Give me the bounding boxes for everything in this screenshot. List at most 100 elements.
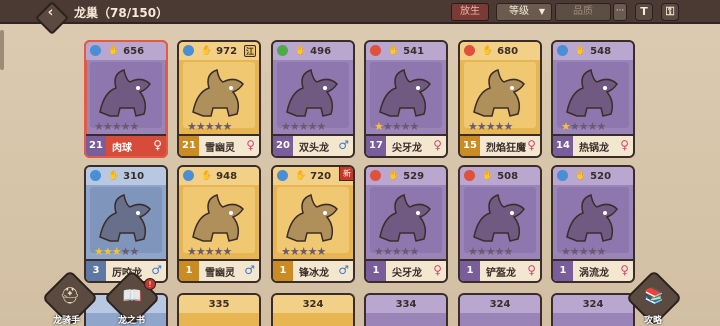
star-icon: ★ (307, 245, 318, 258)
dragon-card[interactable]: ✋ 548 ★★★★★ 14 热锅龙 ♀ (551, 40, 635, 158)
star-icon: ★ (596, 120, 607, 133)
star-icon: ★ (400, 120, 411, 133)
card-header: ✋ 529 (366, 167, 446, 185)
star-icon: ★ (596, 245, 607, 258)
level-badge: 1 (366, 261, 386, 281)
star-rating: ★★★★★ (94, 120, 139, 133)
star-icon: ★ (374, 120, 384, 133)
rank-badge: 江 (244, 45, 256, 57)
star-icon: ★ (476, 245, 487, 258)
dragon-card[interactable]: 324 (458, 293, 542, 326)
star-icon: ★ (281, 245, 291, 258)
dragon-name: 双头龙 (299, 143, 329, 154)
card-header: 334 (366, 295, 446, 313)
female-icon: ♀ (527, 138, 536, 152)
male-icon: ♂ (338, 263, 349, 277)
star-icon: ★ (129, 245, 140, 258)
star-icon: ★ (204, 245, 215, 258)
dragon-card[interactable]: ✋ 680 ★★★★★ 15 烈焰狂魔 ♀ (458, 40, 542, 158)
level-badge: 17 (366, 136, 386, 156)
dragon-card[interactable]: 324 (551, 293, 635, 326)
power-value: 334 (395, 298, 417, 310)
dragon-card[interactable]: 324 (271, 293, 355, 326)
male-icon: ♂ (244, 263, 255, 277)
card-footer: 1 铲盔龙 ♀ (460, 259, 540, 281)
quality-filter-button[interactable]: 品质 (555, 3, 611, 21)
lock-button[interactable]: ⚿ (661, 3, 679, 21)
power-value: 548 (590, 45, 612, 57)
star-rating: ★★★★★ (94, 245, 140, 258)
card-header: ✋ 541 (366, 42, 446, 60)
dragon-card[interactable]: ✋ 972 江 ★★★★★ 21 雪幽灵 ♀ (177, 40, 261, 158)
star-rating: ★★★★★ (468, 120, 513, 133)
dragon-card[interactable]: 334 (364, 293, 448, 326)
dragon-card[interactable]: 335 (177, 293, 261, 326)
star-icon: ★ (494, 245, 505, 258)
dragon-card[interactable]: ✋ 496 ★★★★★ 20 双头龙 ♂ (271, 40, 355, 158)
dragon-portrait (464, 187, 536, 253)
dragon-portrait (183, 187, 255, 253)
notification-badge: ! (144, 278, 156, 290)
card-header: 324 (273, 295, 353, 313)
paw-icon: ✋ (481, 171, 494, 181)
card-footer: 1 雪幽灵 ♂ (179, 259, 259, 281)
star-icon: ★ (298, 120, 309, 133)
star-rating: ★★★★★ (281, 120, 326, 133)
star-icon: ★ (561, 120, 571, 133)
female-icon: ♀ (433, 263, 442, 277)
star-rating: ★★★★★ (187, 245, 232, 258)
dragon-card[interactable]: ✋ 520 ★★★★★ 1 涡流龙 ♀ (551, 165, 635, 283)
dragon-card[interactable]: ✋ 508 ★★★★★ 1 铲盔龙 ♀ (458, 165, 542, 283)
paw-icon: ✋ (387, 171, 400, 181)
dragon-card[interactable]: ✋ 948 ★★★★★ 1 雪幽灵 ♂ (177, 165, 261, 283)
more-options-button[interactable]: ··· (613, 3, 627, 21)
dragon-portrait (557, 62, 629, 128)
power-value: 324 (489, 298, 511, 310)
fire-element-icon (464, 45, 475, 56)
star-icon: ★ (382, 120, 393, 133)
paw-icon: ✋ (294, 46, 307, 56)
paw-icon: ✋ (294, 171, 307, 181)
dragon-portrait (464, 62, 536, 128)
power-value: 529 (403, 170, 425, 182)
chevron-down-icon: ▼ (538, 7, 545, 16)
dragon-card[interactable]: ✋ 656 ★★★★★ 21 肉球 ♀ (84, 40, 168, 158)
card-header: ✋ 496 (273, 42, 353, 60)
star-icon: ★ (281, 120, 291, 133)
dragon-name: 尖牙龙 (392, 143, 422, 154)
power-value: 310 (123, 170, 145, 182)
dragon-card[interactable]: ✋ 529 ★★★★★ 1 尖牙龙 ♀ (364, 165, 448, 283)
dragon-card[interactable]: ✋310★★★★★3厉咬龙♂ (84, 165, 168, 283)
dragon-card[interactable]: ✋ 541 ★★★★★ 17 尖牙龙 ♀ (364, 40, 448, 158)
card-header: ✋ 680 (460, 42, 540, 60)
paw-icon: ✋ (481, 46, 494, 56)
star-icon: ★ (120, 120, 131, 133)
card-footer: 1 尖牙龙 ♀ (366, 259, 446, 281)
dragon-name: 烈焰狂魔 (486, 143, 526, 154)
power-value: 720 (310, 170, 332, 182)
power-value: 680 (497, 45, 519, 57)
star-icon: ★ (298, 245, 309, 258)
star-icon: ★ (561, 245, 571, 258)
dragon-name: 涡流龙 (579, 268, 609, 279)
dragon-name: 雪幽灵 (205, 143, 235, 154)
water-element-icon (557, 170, 568, 181)
viking-helmet-icon: ⛑ (59, 286, 81, 305)
water-element-icon (90, 170, 101, 181)
star-rating: ★★★★★ (374, 120, 419, 133)
star-icon: ★ (569, 245, 580, 258)
female-icon: ♀ (433, 138, 442, 152)
dragon-book-label: 龙之书 (118, 316, 146, 326)
female-icon: ♀ (620, 138, 629, 152)
filter-button[interactable]: T (635, 3, 653, 21)
side-handle[interactable] (0, 30, 4, 70)
sort-select[interactable]: 等级 ▼ (496, 3, 552, 21)
star-rating: ★★★★★ (561, 245, 607, 258)
level-badge: 1 (460, 261, 480, 281)
water-element-icon (90, 45, 101, 56)
release-button[interactable]: 放生 (451, 3, 489, 21)
star-rating: ★★★★★ (187, 120, 232, 133)
dragon-card[interactable]: ✋ 720 ★★★★★ 1 锋冰龙 ♂ 新 (271, 165, 355, 283)
star-icon: ★ (587, 245, 598, 258)
lock-icon: ⚿ (665, 5, 675, 18)
